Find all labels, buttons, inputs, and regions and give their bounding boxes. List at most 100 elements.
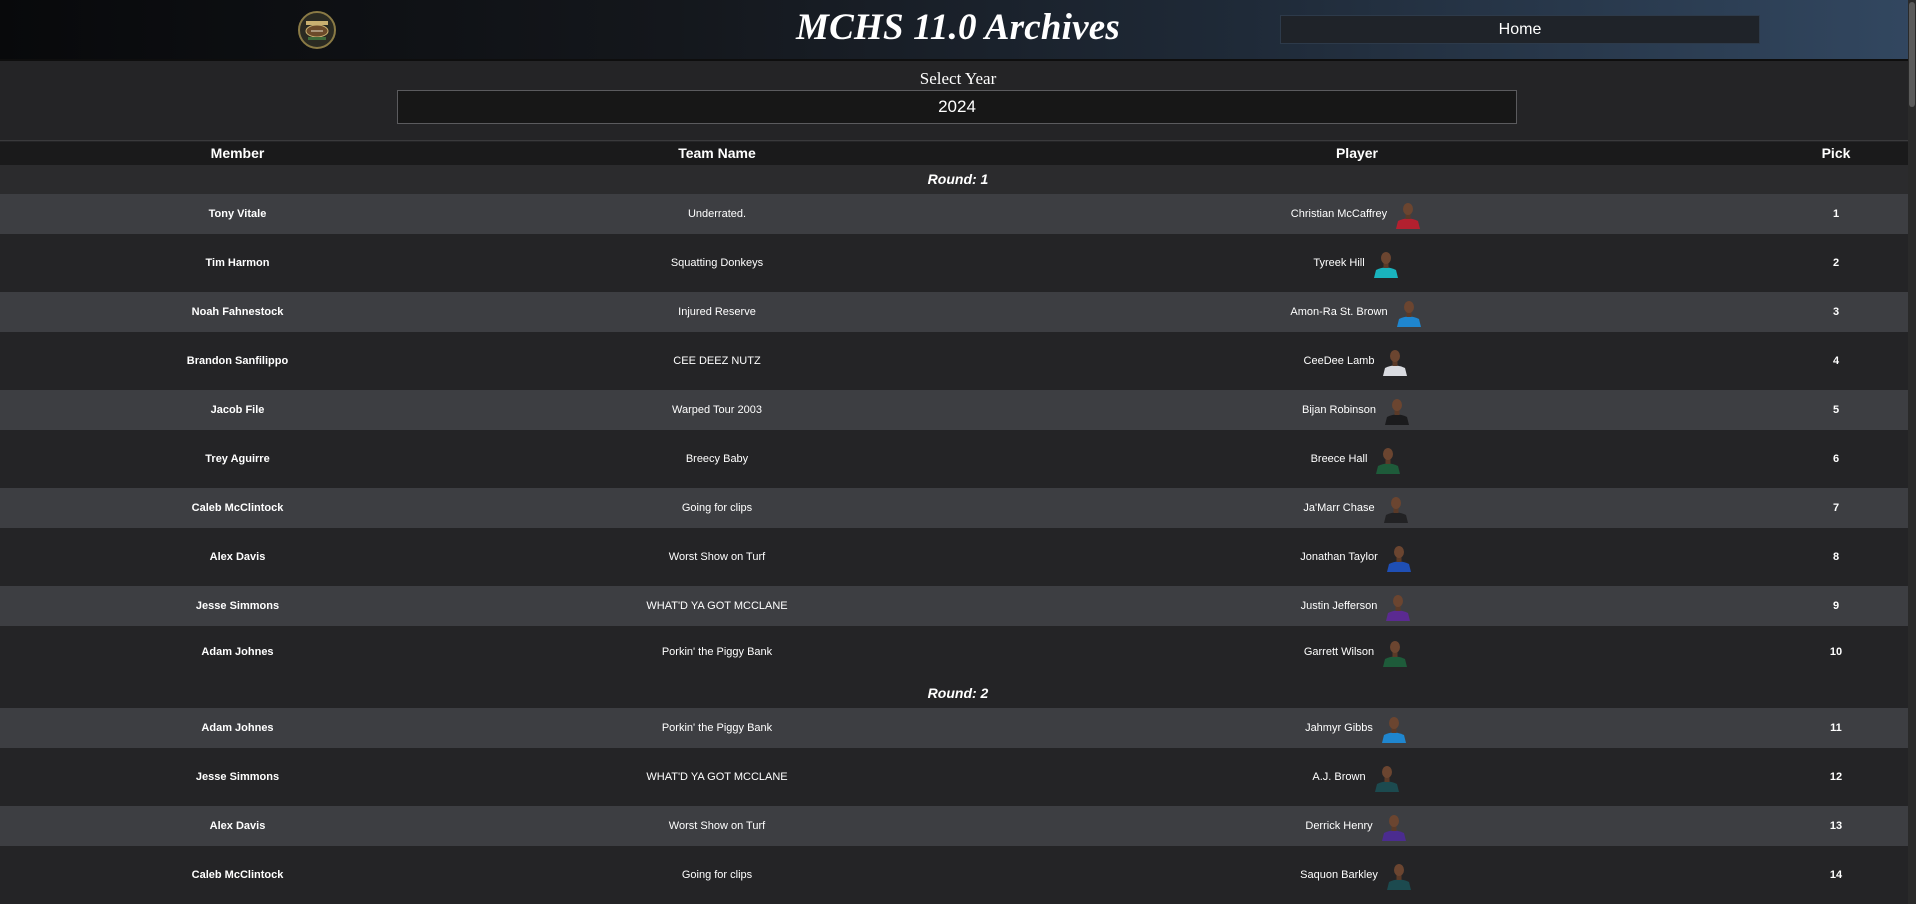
round-header: Round: 1	[0, 165, 1916, 194]
team-name-cell: Injured Reserve	[678, 306, 756, 318]
player-cell: Bijan Robinson	[1050, 390, 1664, 430]
table-row[interactable]: Caleb McClintock Going for clips Ja'Marr C…	[0, 488, 1916, 528]
player-cell: Saquon Barkley	[1050, 846, 1664, 904]
table-row[interactable]: Adam Johnes Porkin' the Piggy Bank Jahmyr …	[0, 708, 1916, 748]
player-headshot-icon	[1383, 641, 1408, 667]
player-name: Saquon Barkley	[1300, 869, 1378, 881]
pick-number: 12	[1829, 771, 1843, 783]
pick-number: 13	[1829, 820, 1843, 832]
table-body: Round: 1 Tony Vitale Underrated. Christian …	[0, 165, 1916, 904]
player-headshot-icon	[1381, 815, 1406, 841]
table-row[interactable]: Jacob File Warped Tour 2003 Bijan Robinson…	[0, 390, 1916, 430]
player-cell: Justin Jefferson	[1050, 586, 1664, 626]
player-headshot-icon	[1381, 717, 1406, 743]
round-header: Round: 2	[0, 678, 1916, 708]
player-cell: Garrett Wilson	[1050, 626, 1664, 678]
player-cell: Derrick Henry	[1050, 806, 1664, 846]
mchs-logo-icon[interactable]	[297, 10, 337, 50]
pick-number: 9	[1832, 600, 1840, 612]
table-row[interactable]: Caleb McClintock Going for clips Saquon Ba…	[0, 846, 1916, 904]
player-headshot-icon	[1396, 203, 1421, 229]
team-name-cell: Porkin' the Piggy Bank	[661, 722, 773, 734]
pick-number: 8	[1832, 551, 1840, 563]
team-name-cell: Warped Tour 2003	[672, 404, 762, 416]
scrollbar-track[interactable]	[1908, 0, 1916, 904]
table-row[interactable]: Noah Fahnestock Injured Reserve Amon-Ra St…	[0, 292, 1916, 332]
player-headshot-icon	[1386, 546, 1411, 572]
member-cell: Alex Davis	[209, 820, 266, 832]
player-cell: CeeDee Lamb	[1050, 332, 1664, 390]
player-name: Ja'Marr Chase	[1303, 502, 1375, 514]
table-row[interactable]: Adam Johnes Porkin' the Piggy Bank Garrett…	[0, 626, 1916, 678]
player-wrap: Christian McCaffrey	[1291, 199, 1423, 229]
pick-number: 10	[1829, 646, 1843, 658]
year-label: Select Year	[919, 69, 997, 88]
player-wrap: Justin Jefferson	[1301, 591, 1414, 621]
player-name: Jahmyr Gibbs	[1305, 722, 1373, 734]
player-cell: Jonathan Taylor	[1050, 528, 1664, 586]
table-header: Member Team Name Player Pick	[0, 142, 1916, 165]
pick-number: 14	[1829, 869, 1843, 881]
member-cell: Jesse Simmons	[195, 771, 280, 783]
team-name-cell: WHAT'D YA GOT MCCLANE	[646, 771, 788, 783]
member-cell: Alex Davis	[209, 551, 266, 563]
team-name-cell: Breecy Baby	[685, 453, 749, 465]
player-headshot-icon	[1396, 301, 1421, 327]
column-header-player: Player	[1335, 145, 1379, 161]
member-cell: Jesse Simmons	[195, 600, 280, 612]
player-headshot-icon	[1376, 448, 1401, 474]
player-wrap: Garrett Wilson	[1304, 637, 1410, 667]
player-name: Bijan Robinson	[1302, 404, 1376, 416]
player-cell: Christian McCaffrey	[1050, 194, 1664, 234]
player-cell: Jahmyr Gibbs	[1050, 708, 1664, 748]
member-cell: Noah Fahnestock	[191, 306, 284, 318]
pick-number: 11	[1830, 722, 1842, 734]
table-row[interactable]: Tony Vitale Underrated. Christian McCaffre…	[0, 194, 1916, 234]
player-wrap: Ja'Marr Chase	[1303, 493, 1410, 523]
column-header-team-name: Team Name	[678, 145, 756, 161]
table-row[interactable]: Tim Harmon Squatting Donkeys Tyreek Hill 2	[0, 234, 1916, 292]
player-wrap: A.J. Brown	[1312, 762, 1401, 792]
table-row[interactable]: Brandon Sanfilippo CEE DEEZ NUTZ CeeDee La…	[0, 332, 1916, 390]
home-button[interactable]: Home	[1280, 15, 1760, 44]
player-cell: Breece Hall	[1050, 430, 1664, 488]
player-name: Jonathan Taylor	[1300, 551, 1378, 563]
pick-number: 3	[1832, 306, 1840, 318]
scrollbar-thumb[interactable]	[1909, 2, 1915, 107]
pick-number: 2	[1832, 257, 1840, 269]
member-cell: Caleb McClintock	[191, 502, 284, 514]
player-headshot-icon	[1383, 497, 1408, 523]
year-selector-section: Select Year 2024	[0, 63, 1916, 141]
table-row[interactable]: Alex Davis Worst Show on Turf Jonathan Tay…	[0, 528, 1916, 586]
player-name: Breece Hall	[1310, 453, 1368, 465]
player-wrap: Tyreek Hill	[1313, 248, 1400, 278]
player-headshot-icon	[1386, 595, 1411, 621]
table-row[interactable]: Trey Aguirre Breecy Baby Breece Hall 6	[0, 430, 1916, 488]
player-name: Justin Jefferson	[1300, 600, 1378, 612]
pick-number: 1	[1832, 208, 1840, 220]
table-row[interactable]: Jesse Simmons WHAT'D YA GOT MCCLANE A.J. B…	[0, 748, 1916, 806]
player-name: CeeDee Lamb	[1303, 355, 1375, 367]
player-wrap: Saquon Barkley	[1300, 860, 1414, 890]
pick-number: 6	[1832, 453, 1840, 465]
pick-number: 7	[1832, 502, 1840, 514]
player-wrap: Amon-Ra St. Brown	[1290, 297, 1423, 327]
team-name-cell: CEE DEEZ NUTZ	[673, 355, 761, 367]
player-name: Amon-Ra St. Brown	[1290, 306, 1388, 318]
member-cell: Tony Vitale	[208, 208, 267, 220]
table-row[interactable]: Jesse Simmons WHAT'D YA GOT MCCLANE Justin…	[0, 586, 1916, 626]
player-wrap: Jahmyr Gibbs	[1305, 713, 1409, 743]
team-name-cell: Worst Show on Turf	[668, 820, 766, 832]
player-cell: A.J. Brown	[1050, 748, 1664, 806]
draft-table: Member Team Name Player Pick Round: 1 Ton…	[0, 142, 1916, 904]
player-wrap: Jonathan Taylor	[1300, 542, 1413, 572]
player-headshot-icon	[1386, 864, 1411, 890]
site-header: MCHS 11.0 Archives Home	[0, 0, 1916, 61]
table-row[interactable]: Alex Davis Worst Show on Turf Derrick Henr…	[0, 806, 1916, 846]
player-name: Christian McCaffrey	[1290, 208, 1388, 220]
player-name: Tyreek Hill	[1313, 257, 1365, 269]
column-header-pick: Pick	[1821, 145, 1851, 161]
year-select[interactable]: 2024	[397, 90, 1517, 124]
member-cell: Jacob File	[210, 404, 265, 416]
team-name-cell: WHAT'D YA GOT MCCLANE	[646, 600, 788, 612]
